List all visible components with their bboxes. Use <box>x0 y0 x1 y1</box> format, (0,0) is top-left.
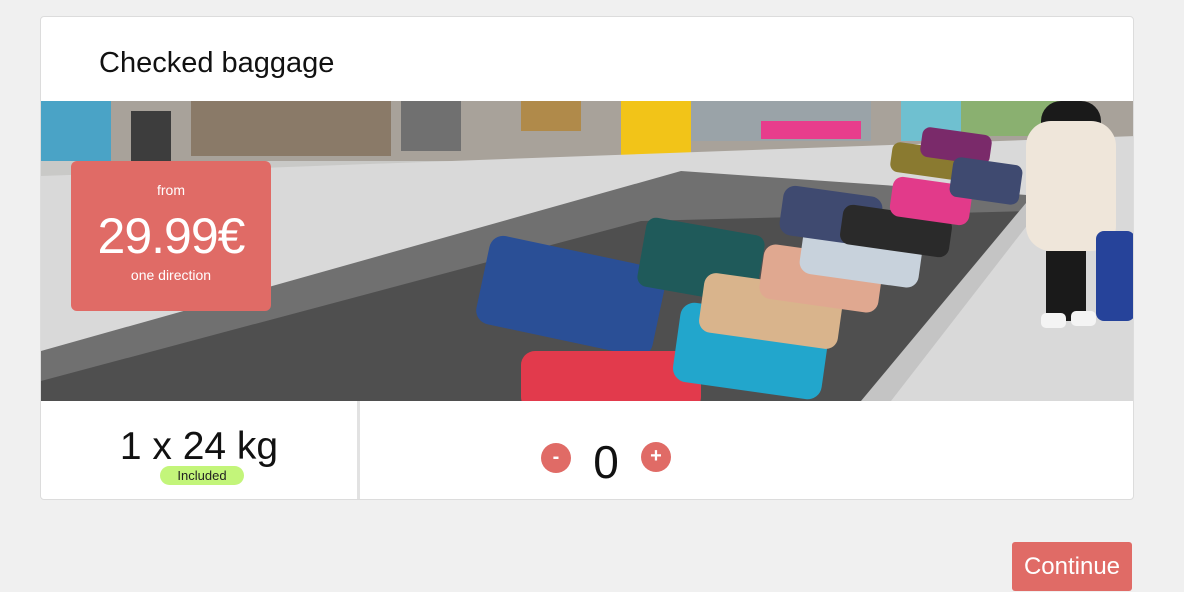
price-badge: from 29.99€ one direction <box>71 161 271 311</box>
card-title: Checked baggage <box>99 47 335 79</box>
price-direction-label: one direction <box>130 267 212 283</box>
baggage-carousel-photo: from 29.99€ one direction <box>41 101 1133 401</box>
baggage-weight-label: 1 x 24 kg <box>119 425 279 468</box>
price-from-label: from <box>157 182 185 198</box>
decrease-quantity-button[interactable]: - <box>541 443 571 473</box>
price-amount: 29.99€ <box>97 208 246 264</box>
quantity-value: 0 <box>593 436 619 488</box>
baggage-options-row: 1 x 24 kg Included - 0 + <box>41 401 1133 499</box>
continue-button[interactable]: Continue <box>1012 542 1132 591</box>
checked-baggage-card: Checked baggage from 29.99€ one directio… <box>40 16 1134 500</box>
included-badge: Included <box>160 466 244 485</box>
increase-quantity-button[interactable]: + <box>641 442 671 472</box>
baggage-allowance-cell: 1 x 24 kg Included <box>41 401 360 499</box>
